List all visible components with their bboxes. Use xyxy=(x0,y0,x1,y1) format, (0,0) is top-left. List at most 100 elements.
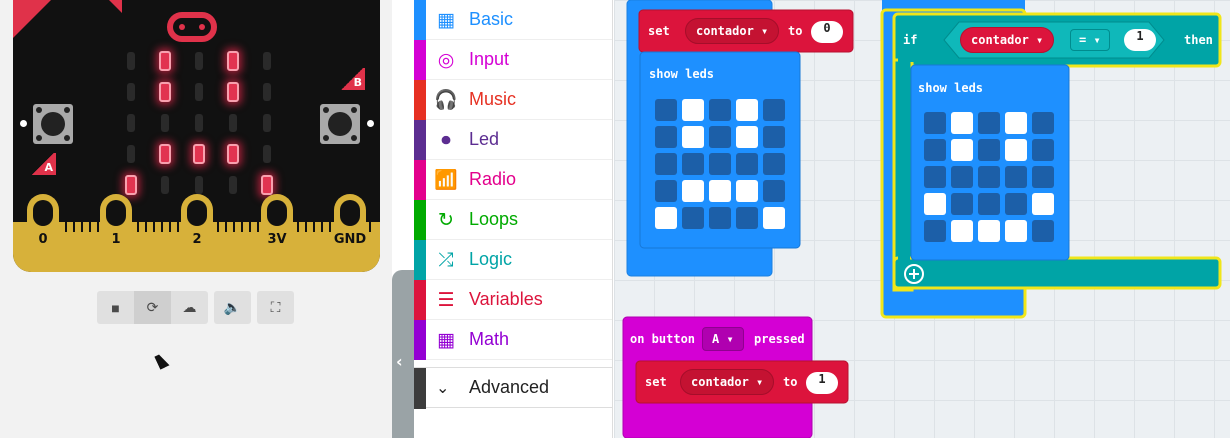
led-cell[interactable] xyxy=(682,180,704,202)
toolbox-category-led[interactable]: ⏺ Led xyxy=(414,120,612,160)
led-cell[interactable] xyxy=(924,193,946,215)
led-cell[interactable] xyxy=(951,166,973,188)
led-cell[interactable] xyxy=(1032,220,1054,242)
pin-1[interactable] xyxy=(100,194,132,260)
led-cell[interactable] xyxy=(1032,193,1054,215)
led-cell[interactable] xyxy=(1005,112,1027,134)
led-cell[interactable] xyxy=(924,139,946,161)
stop-icon[interactable]: ■ xyxy=(97,291,134,324)
led-cell[interactable] xyxy=(763,180,785,202)
blocks-workspace[interactable]: set contador ▾ to 0 show leds if contado… xyxy=(614,0,1230,438)
led xyxy=(263,114,271,132)
toolbox-advanced[interactable]: ⌄ Advanced xyxy=(414,367,613,409)
led-cell[interactable] xyxy=(763,153,785,175)
toolbox-category-math[interactable]: ▦ Math xyxy=(414,320,612,360)
led-cell[interactable] xyxy=(978,166,1000,188)
set-keyword: set xyxy=(645,375,667,389)
led-cell[interactable] xyxy=(736,99,758,121)
led-cell[interactable] xyxy=(736,207,758,229)
led-cell[interactable] xyxy=(951,220,973,242)
led-cell[interactable] xyxy=(682,153,704,175)
led-cell[interactable] xyxy=(655,180,677,202)
slowmo-icon[interactable]: ☁ xyxy=(171,291,208,324)
led-cell[interactable] xyxy=(682,99,704,121)
led-cell[interactable] xyxy=(1005,166,1027,188)
led-cell[interactable] xyxy=(1005,139,1027,161)
led-cell[interactable] xyxy=(655,99,677,121)
led-cell[interactable] xyxy=(1032,112,1054,134)
edge-tooth xyxy=(65,222,67,232)
led-cell[interactable] xyxy=(924,166,946,188)
toolbox-category-radio[interactable]: 📶 Radio xyxy=(414,160,612,200)
led-cell[interactable] xyxy=(1005,220,1027,242)
led xyxy=(227,51,239,71)
led-cell[interactable] xyxy=(655,126,677,148)
led-cell[interactable] xyxy=(763,99,785,121)
microbit-logo[interactable] xyxy=(167,12,217,42)
fullscreen-icon[interactable]: ⛶ xyxy=(257,291,294,324)
led-cell[interactable] xyxy=(1032,166,1054,188)
led-cell[interactable] xyxy=(924,112,946,134)
led-cell[interactable] xyxy=(709,180,731,202)
led-cell[interactable] xyxy=(655,207,677,229)
value-input[interactable]: 1 xyxy=(806,372,838,394)
led-cell[interactable] xyxy=(1032,139,1054,161)
set-keyword: set xyxy=(648,24,670,38)
pin-2[interactable] xyxy=(181,194,213,260)
led-cell[interactable] xyxy=(978,220,1000,242)
led-cell[interactable] xyxy=(709,207,731,229)
led xyxy=(227,82,239,102)
variable-dropdown[interactable]: contador ▾ xyxy=(960,27,1055,53)
then-keyword: then xyxy=(1184,33,1213,47)
led-cell[interactable] xyxy=(951,193,973,215)
button-b[interactable] xyxy=(320,104,360,144)
toolbox-category-logic[interactable]: ⤮ Logic xyxy=(414,240,612,280)
led-grid-editor[interactable] xyxy=(655,99,785,229)
value-input[interactable]: 1 xyxy=(1124,29,1156,51)
led-cell[interactable] xyxy=(978,139,1000,161)
led-cell[interactable] xyxy=(978,193,1000,215)
led-cell[interactable] xyxy=(655,153,677,175)
led-cell[interactable] xyxy=(951,112,973,134)
button-dropdown[interactable]: A ▾ xyxy=(702,327,744,351)
led-cell[interactable] xyxy=(736,153,758,175)
toolbox-category-music[interactable]: 🎧 Music xyxy=(414,80,612,120)
led-cell[interactable] xyxy=(709,126,731,148)
value-input[interactable]: 0 xyxy=(811,21,843,43)
led xyxy=(125,175,137,195)
led-cell[interactable] xyxy=(736,180,758,202)
button-a[interactable] xyxy=(33,104,73,144)
collapse-simulator-button[interactable]: ‹ xyxy=(392,270,414,438)
led-cell[interactable] xyxy=(682,207,704,229)
led-cell[interactable] xyxy=(978,112,1000,134)
led xyxy=(195,176,203,194)
toolbox-category-basic[interactable]: ▦ Basic xyxy=(414,0,612,40)
pin-gnd[interactable] xyxy=(334,194,366,260)
led-cell[interactable] xyxy=(682,126,704,148)
led-cell[interactable] xyxy=(951,139,973,161)
variable-dropdown[interactable]: contador ▾ xyxy=(680,369,775,395)
led-cell[interactable] xyxy=(709,153,731,175)
led-cell[interactable] xyxy=(763,126,785,148)
toolbox-category-variables[interactable]: ☰ Variables xyxy=(414,280,612,320)
restart-icon[interactable]: ⟳ xyxy=(134,291,171,324)
variable-dropdown[interactable]: contador ▾ xyxy=(685,18,780,44)
pin-3v[interactable] xyxy=(261,194,293,260)
simulator-panel: A B 0 1 2 3V GND ■ ⟳ ☁ 🔈 ⛶ xyxy=(0,0,392,438)
mount-dot xyxy=(20,120,27,127)
led-grid-editor[interactable] xyxy=(924,112,1054,242)
operator-dropdown[interactable]: = ▾ xyxy=(1070,29,1110,51)
on-button-keyword: on button xyxy=(630,332,696,346)
led-cell[interactable] xyxy=(763,207,785,229)
led-cell[interactable] xyxy=(924,220,946,242)
led-cell[interactable] xyxy=(736,126,758,148)
toolbox-category-input[interactable]: ◎ Input xyxy=(414,40,612,80)
simulator-toolbar: ■ ⟳ ☁ 🔈 ⛶ xyxy=(97,291,294,324)
pin-0[interactable] xyxy=(27,194,59,260)
toolbox-category-label: Math xyxy=(469,329,510,349)
led xyxy=(229,114,237,132)
led-cell[interactable] xyxy=(709,99,731,121)
mute-icon[interactable]: 🔈 xyxy=(214,291,251,324)
led-cell[interactable] xyxy=(1005,193,1027,215)
toolbox-category-loops[interactable]: ↻ Loops xyxy=(414,200,612,240)
